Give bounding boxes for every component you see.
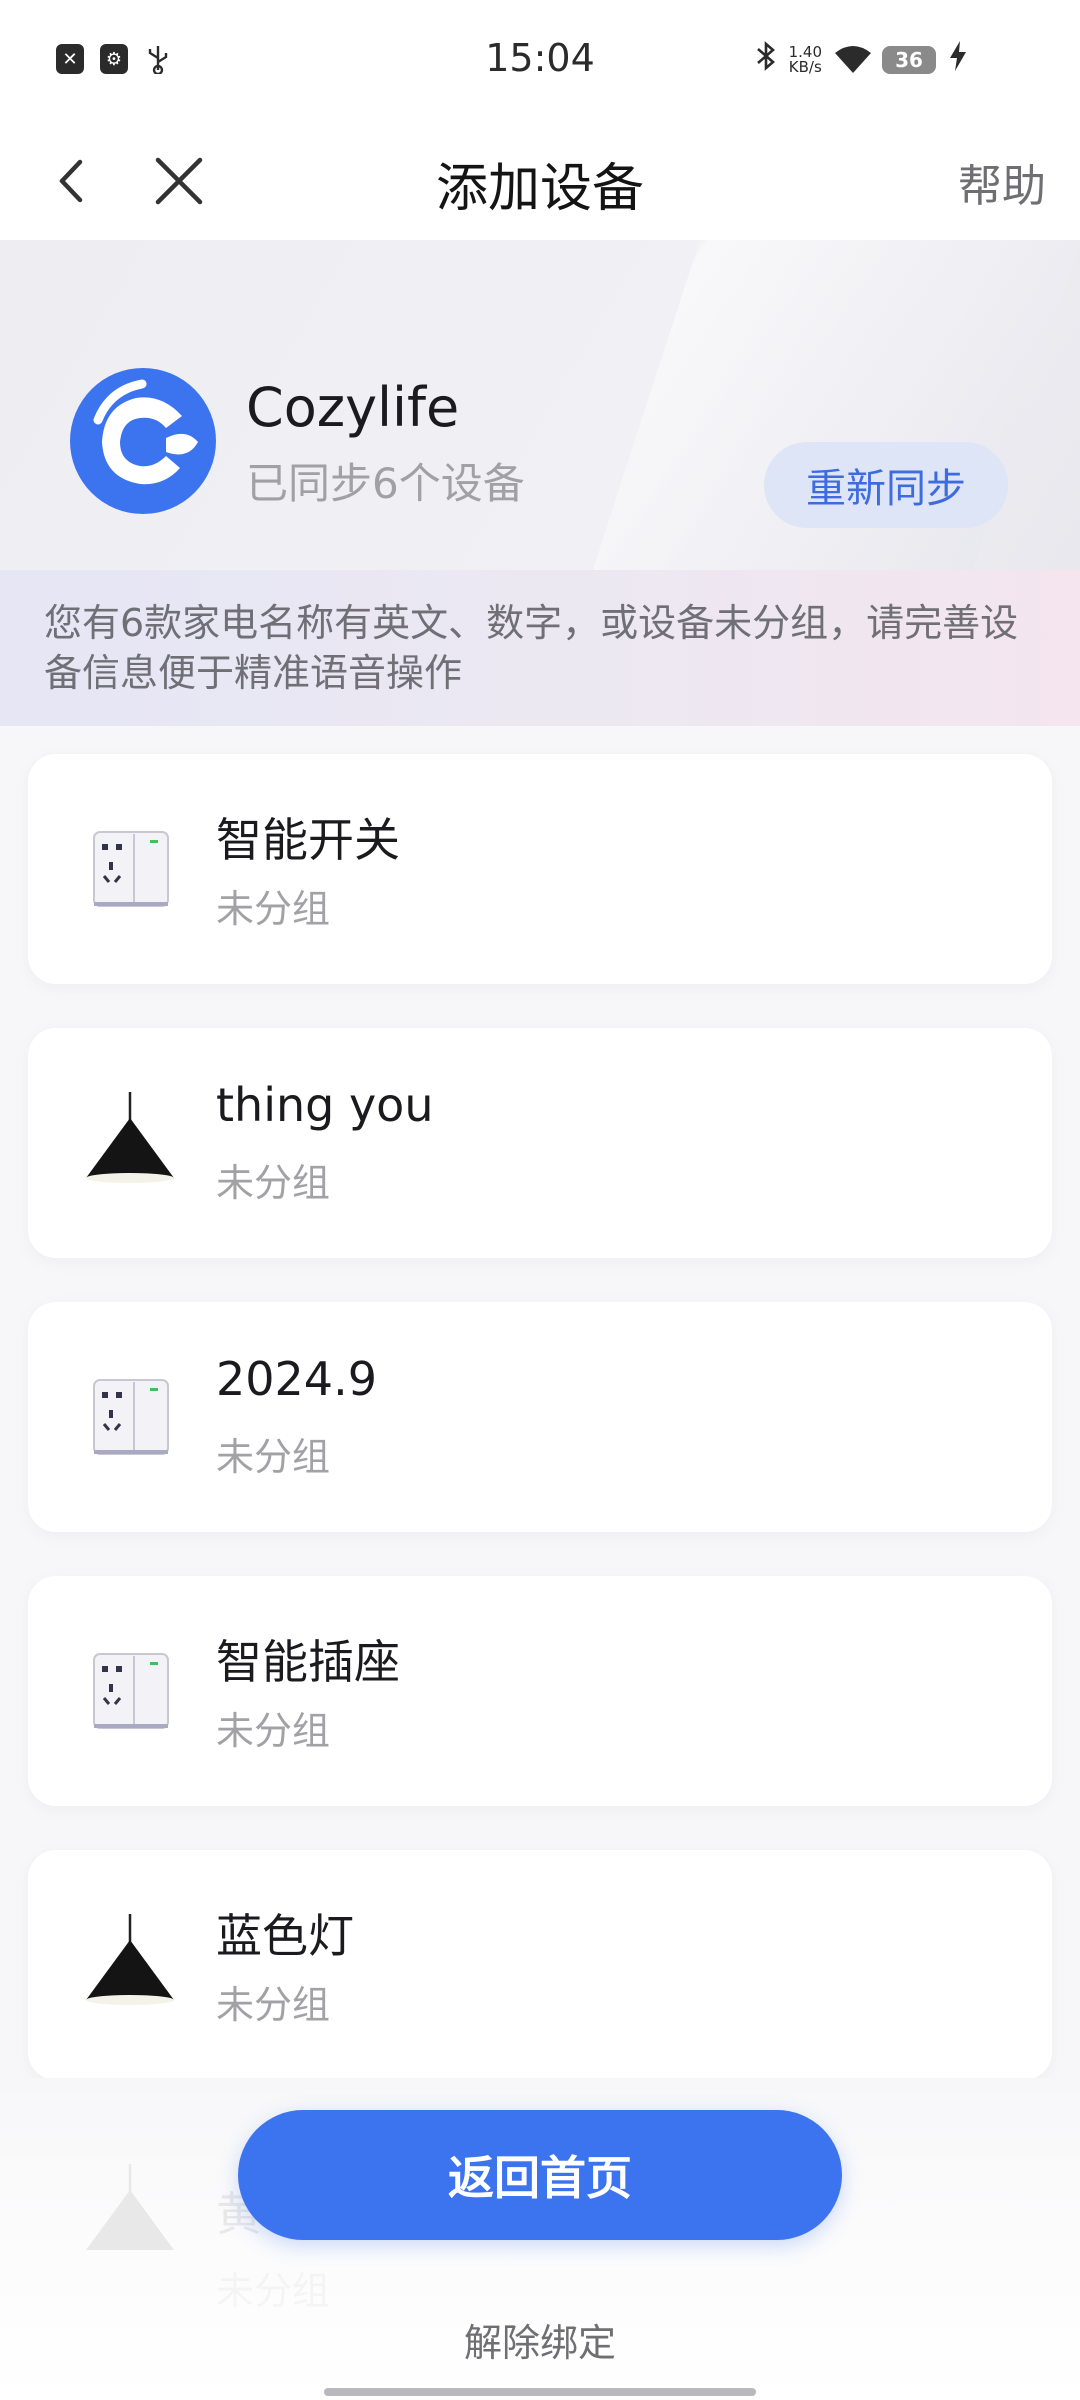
notice-banner[interactable]: 您有6款家电名称有英文、数字，或设备未分组，请完善设备信息便于精准语音操作 bbox=[0, 570, 1080, 726]
device-card[interactable]: 智能插座 未分组 bbox=[28, 1576, 1052, 1806]
device-card[interactable]: 蓝色灯 未分组 bbox=[28, 1850, 1052, 2078]
status-bar: ✕ ⚙ 15:04 1.40 KB/s 36 bbox=[0, 0, 1080, 120]
smart-switch-icon bbox=[80, 818, 180, 918]
help-link[interactable]: 帮助 bbox=[958, 150, 1046, 214]
wifi-icon bbox=[834, 45, 871, 75]
device-name: 2024.9 bbox=[216, 1352, 377, 1406]
network-speed: 1.40 KB/s bbox=[788, 43, 822, 76]
unbind-link[interactable]: 解除绑定 bbox=[0, 2312, 1080, 2367]
device-group: 未分组 bbox=[216, 2269, 331, 2313]
status-right-icons: 1.40 KB/s 36 bbox=[755, 40, 968, 80]
app-banner: Cozylife 已同步6个设备 重新同步 bbox=[0, 240, 1080, 570]
device-name: thing you bbox=[216, 1078, 434, 1132]
device-name: 智能开关 bbox=[216, 813, 400, 867]
device-group: 未分组 bbox=[216, 1435, 331, 1479]
battery-icon: 36 bbox=[882, 46, 936, 74]
pendant-lamp-icon bbox=[80, 2164, 180, 2264]
device-name: 智能插座 bbox=[216, 1635, 400, 1689]
resync-button[interactable]: 重新同步 bbox=[764, 442, 1008, 528]
device-card[interactable]: 2024.9 未分组 bbox=[28, 1302, 1052, 1532]
device-group: 未分组 bbox=[216, 1709, 331, 1753]
bluetooth-icon bbox=[755, 40, 777, 80]
device-card[interactable]: 智能开关 未分组 bbox=[28, 754, 1052, 984]
home-indicator[interactable] bbox=[324, 2388, 756, 2396]
charging-icon bbox=[948, 40, 968, 80]
device-group: 未分组 bbox=[216, 1161, 331, 1205]
smart-switch-icon bbox=[80, 1640, 180, 1740]
smart-switch-icon bbox=[80, 1366, 180, 1466]
page-title: 添加设备 bbox=[435, 159, 644, 219]
cozylife-logo-icon bbox=[70, 368, 216, 514]
device-group: 未分组 bbox=[216, 887, 331, 931]
return-home-button[interactable]: 返回首页 bbox=[238, 2110, 842, 2240]
device-name: 蓝色灯 bbox=[216, 1909, 354, 1963]
device-card[interactable]: thing you 未分组 bbox=[28, 1028, 1052, 1258]
pendant-lamp-icon bbox=[80, 1092, 180, 1192]
device-list[interactable]: 智能开关 未分组 thing you 未分组 2024.9 未分组 智能插座 未… bbox=[0, 726, 1080, 2078]
header: 添加设备 帮助 bbox=[0, 120, 1080, 240]
pendant-lamp-icon bbox=[80, 1914, 180, 2014]
device-group: 未分组 bbox=[216, 1983, 331, 2027]
app-name: Cozylife bbox=[246, 376, 460, 439]
sync-status: 已同步6个设备 bbox=[246, 459, 525, 508]
